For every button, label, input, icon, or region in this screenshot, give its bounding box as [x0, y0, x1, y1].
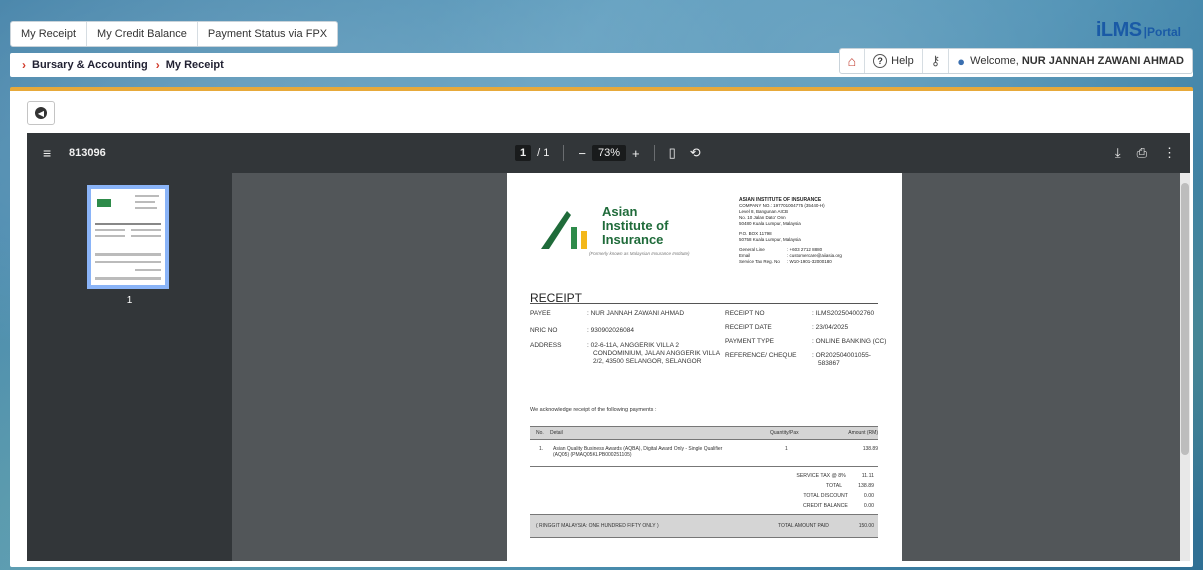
rotate-icon[interactable]: ⟲	[690, 145, 701, 161]
tab-my-receipt[interactable]: My Receipt	[11, 22, 88, 46]
reference-value1: : OR202504001055-	[812, 352, 871, 359]
address-line2: CONDOMINIUM, JALAN ANGGERIK VILLA	[593, 350, 721, 357]
chevron-right-icon: ›	[155, 58, 160, 72]
tab-my-credit-balance[interactable]: My Credit Balance	[87, 22, 198, 46]
receipt-date-label: RECEIPT DATE	[725, 324, 772, 331]
thumbnail-sidebar: 1	[27, 173, 232, 561]
tab-bar: My Receipt My Credit Balance Payment Sta…	[10, 21, 339, 47]
reference-value2: 583867	[818, 360, 840, 367]
fit-page-icon[interactable]: ▯	[669, 145, 676, 161]
page-number-input[interactable]: 1	[515, 145, 532, 161]
top-bar: My Receipt My Credit Balance Payment Sta…	[10, 17, 1193, 77]
logo-sub: |Portal	[1143, 25, 1181, 39]
aii-logo-text: Asian Institute of Insurance	[602, 204, 669, 247]
page-total: / 1	[537, 147, 550, 159]
change-password-button[interactable]: ⚷	[923, 49, 950, 73]
nric-value: : 930902026084	[587, 327, 634, 334]
receipt-page: Asian Institute of Insurance (Formerly k…	[507, 173, 902, 561]
scrollbar[interactable]	[1180, 173, 1190, 561]
page-thumbnail[interactable]	[87, 185, 169, 289]
zoom-level-input[interactable]: 73%	[591, 145, 626, 161]
home-button[interactable]: ⌂	[840, 49, 866, 73]
user-name: NUR JANNAH ZAWANI AHMAD	[1021, 55, 1184, 67]
user-icon: ●	[957, 53, 966, 69]
payee-value: : NUR JANNAH ZAWANI AHMAD	[587, 310, 685, 317]
logo-main: iLMS	[1095, 19, 1142, 41]
zoom-in-button[interactable]: +	[632, 146, 640, 161]
thumbnail-page-number: 1	[126, 295, 133, 306]
reference-label: REFERENCE/ CHEQUE	[725, 352, 797, 359]
divider	[530, 303, 878, 304]
back-arrow-icon: ◀	[35, 107, 47, 119]
receipt-no-label: RECEIPT NO	[725, 310, 765, 317]
table-row: 1. Asian Quality Business Awards (AQBA),…	[539, 446, 878, 458]
payee-label: PAYEE	[530, 310, 551, 317]
scrollbar-thumb[interactable]	[1181, 183, 1189, 455]
receipt-no-value: : ILMS202504002760	[812, 310, 875, 317]
key-icon: ⚷	[930, 53, 941, 68]
user-toolbar: ⌂ ? Help ⚷ ● Welcome, NUR JANNAH ZAWANI …	[838, 48, 1193, 74]
help-button[interactable]: ? Help	[865, 49, 923, 73]
tab-payment-status-fpx[interactable]: Payment Status via FPX	[198, 22, 337, 46]
payment-type-label: PAYMENT TYPE	[725, 338, 775, 345]
divider	[563, 145, 565, 161]
page-controls: 1 / 1 − 73% + ▯ ⟲	[515, 145, 701, 161]
address-line1: : 02-6-11A, ANGGERIK VILLA 2	[587, 342, 680, 349]
home-icon: ⌂	[847, 53, 857, 69]
help-icon: ?	[873, 54, 888, 68]
print-icon[interactable]: ⎙	[1137, 145, 1147, 161]
document-title: 813096	[69, 147, 106, 159]
address-label: ADDRESS	[530, 342, 562, 349]
chevron-right-icon: ›	[22, 58, 26, 72]
user-menu[interactable]: ● Welcome, NUR JANNAH ZAWANI AHMAD	[949, 49, 1192, 73]
receipt-date-value: : 23/04/2025	[812, 324, 849, 331]
pdf-toolbar: ≡ 813096 1 / 1 − 73% + ▯ ⟲ ⤓ ⎙ ⋮	[27, 133, 1190, 173]
company-details: ASIAN INSTITUTE OF INSURANCE COMPANY NO.…	[739, 197, 842, 264]
breadcrumb-my-receipt: My Receipt	[165, 59, 224, 71]
more-options-icon[interactable]: ⋮	[1163, 145, 1176, 161]
address-line3: 2/2, 43500 SELANGOR, SELANGOR	[593, 358, 702, 365]
right-controls: ⤓ ⎙ ⋮	[1115, 145, 1176, 161]
payment-type-value: : ONLINE BANKING (CC)	[812, 338, 887, 345]
breadcrumb-bursary[interactable]: Bursary & Accounting	[32, 59, 148, 71]
pdf-viewer: ≡ 813096 1 / 1 − 73% + ▯ ⟲ ⤓ ⎙ ⋮ 1 Asian…	[27, 133, 1190, 561]
download-icon[interactable]: ⤓	[1115, 145, 1121, 161]
divider	[653, 145, 655, 161]
back-button[interactable]: ◀	[27, 101, 55, 125]
menu-icon[interactable]: ≡	[43, 145, 51, 161]
nric-label: NRIC NO	[530, 327, 558, 334]
welcome-prefix: Welcome,	[970, 55, 1019, 67]
ilms-portal-logo[interactable]: iLMS |Portal	[1096, 19, 1181, 42]
acknowledgement-text: We acknowledge receipt of the following …	[530, 407, 657, 413]
amount-paid-row: ( RINGGIT MALAYSIA: ONE HUNDRED FIFTY ON…	[530, 514, 878, 538]
help-label: Help	[891, 55, 914, 67]
zoom-out-button[interactable]: −	[578, 146, 586, 161]
aii-logo-icon	[541, 211, 587, 249]
main-panel: ◀ ≡ 813096 1 / 1 − 73% + ▯ ⟲ ⤓ ⎙ ⋮ 1 Asi…	[10, 87, 1193, 567]
aii-logo-tagline: (Formerly known as Malaysian Insurance I…	[589, 251, 690, 256]
table-header: No. Detail Quantity/Pax Amount (RM)	[530, 426, 878, 440]
payment-table: No. Detail Quantity/Pax Amount (RM) 1. A…	[530, 426, 878, 458]
